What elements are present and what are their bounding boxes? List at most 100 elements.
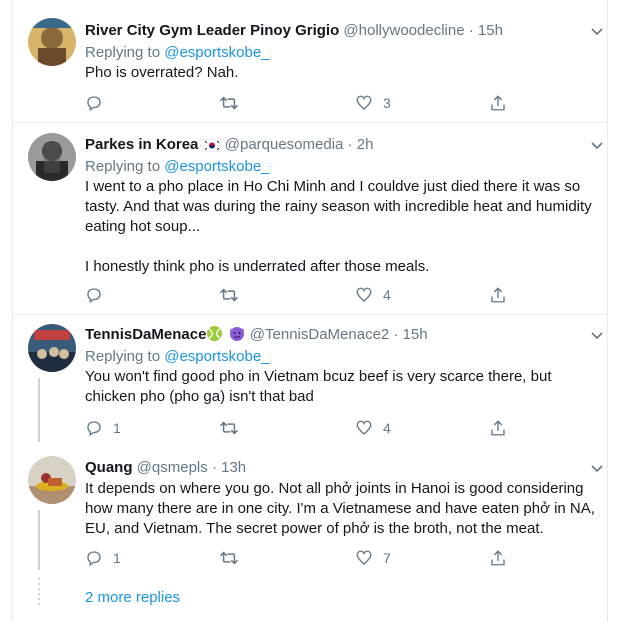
like-count: 3 [383,95,391,111]
chevron-down-icon[interactable] [588,136,606,154]
reply-button[interactable] [85,93,113,113]
heart-icon [355,549,373,567]
replying-to-link[interactable]: @esportskobe_ [164,158,269,175]
more-replies-link[interactable]: 2 more replies [85,588,180,608]
reply-button[interactable]: 1 [85,548,121,568]
reply-icon [85,419,103,437]
tweet-header: Quang @qsmepls · 13h [85,457,595,479]
replying-to-link[interactable]: @esportskobe_ [164,44,269,61]
like-button[interactable]: 3 [355,93,391,113]
tweet-actions: 4 [85,285,505,305]
tweet-text-line: I went to a pho place in Ho Chi Minh and… [85,178,581,195]
retweet-icon [219,419,239,437]
like-button[interactable]: 4 [355,285,391,305]
thread-connector [38,378,40,442]
tweet-actions: 1 4 [85,418,505,438]
tweet-text-line: eating hot soup... [85,218,201,235]
tweet-header: River City Gym Leader Pinoy Grigio @holl… [85,20,595,42]
more-replies-connector [38,578,40,608]
like-count: 7 [383,550,391,566]
reply-count: 1 [113,550,121,566]
retweet-button[interactable] [219,93,239,113]
replying-to-label: Replying to [85,158,161,175]
chevron-down-icon[interactable] [588,459,606,477]
retweet-button[interactable] [219,285,239,305]
tweet-actions: 3 [85,93,505,113]
avatar[interactable] [28,18,76,66]
user-handle[interactable]: @parquesomedia [225,136,344,153]
reply-feed: River City Gym Leader Pinoy Grigio @holl… [0,0,620,622]
avatar[interactable] [28,324,76,372]
replying-to-label: Replying to [85,348,161,365]
tweet-actions: 1 7 [85,548,505,568]
tweet-text-line: Pho is overrated? Nah. [85,64,239,81]
tweet-text-line: how many there are in one city. I'm a Vi… [85,500,595,517]
retweet-button[interactable] [219,418,239,438]
retweet-icon [219,94,239,112]
share-button[interactable] [489,418,507,438]
share-icon [489,94,507,112]
chevron-down-icon[interactable] [588,326,606,344]
replying-to: Replying to @esportskobe_ [85,156,595,177]
like-button[interactable]: 7 [355,548,391,568]
separator: · [211,459,217,476]
heart-icon [355,419,373,437]
user-handle[interactable]: @qsmepls [137,459,208,476]
share-icon [489,549,507,567]
reply-icon [85,94,103,112]
reply-icon [85,549,103,567]
tweet-text: Pho is overrated? Nah. [85,63,595,83]
display-name[interactable]: TennisDaMenace [85,326,206,343]
tweet-text-line: I honestly think pho is underrated after… [85,258,430,275]
tweet-header: TennisDaMenace @TennisDaMenace2 · 15h [85,324,595,346]
tweet-body: River City Gym Leader Pinoy Grigio @holl… [85,20,595,83]
user-handle[interactable]: @hollywoodecline [343,22,464,39]
reply-button[interactable] [85,285,113,305]
share-icon [489,286,507,304]
tweet-body: Parkes in Korea @parquesomedia · 2h Repl… [85,134,595,277]
replying-to-link[interactable]: @esportskobe_ [164,348,269,365]
replying-to: Replying to @esportskobe_ [85,346,595,367]
user-handle[interactable]: @TennisDaMenace2 [250,326,389,343]
timestamp[interactable]: 13h [221,459,246,476]
avatar[interactable] [28,456,76,504]
tweet-text-line: chicken pho (pho ga) isn't that bad [85,388,314,405]
timestamp[interactable]: 15h [403,326,428,343]
retweet-button[interactable] [219,548,239,568]
share-button[interactable] [489,285,507,305]
separator: · [393,326,399,343]
separator: · [347,136,353,153]
divider [13,122,607,123]
retweet-icon [219,286,239,304]
retweet-icon [219,549,239,567]
like-count: 4 [383,420,391,436]
like-button[interactable]: 4 [355,418,391,438]
replying-to: Replying to @esportskobe_ [85,42,595,63]
tweet-body: Quang @qsmepls · 13h It depends on where… [85,457,595,539]
display-name[interactable]: River City Gym Leader Pinoy Grigio [85,22,339,39]
thread-connector [38,510,40,570]
tweet-text: It depends on where you go. Not all phở … [85,479,595,539]
like-count: 4 [383,287,391,303]
tweet-header: Parkes in Korea @parquesomedia · 2h [85,134,595,156]
tweet-text: You won't find good pho in Vietnam bcuz … [85,367,595,407]
heart-icon [355,286,373,304]
display-name[interactable]: Parkes in Korea [85,136,198,153]
avatar[interactable] [28,133,76,181]
share-button[interactable] [489,93,507,113]
display-name[interactable]: Quang [85,459,133,476]
timestamp[interactable]: 2h [357,136,374,153]
tweet-text-line: It depends on where you go. Not all phở … [85,480,584,497]
heart-icon [355,94,373,112]
share-button[interactable] [489,548,507,568]
chevron-down-icon[interactable] [588,22,606,40]
timestamp[interactable]: 15h [478,22,503,39]
tweet-text-line: You won't find good pho in Vietnam bcuz … [85,368,552,385]
reply-count: 1 [113,420,121,436]
tweet-body: TennisDaMenace @TennisDaMenace2 · 15h Re… [85,324,595,407]
replying-to-label: Replying to [85,44,161,61]
reply-button[interactable]: 1 [85,418,121,438]
tweet-text: I went to a pho place in Ho Chi Minh and… [85,177,595,277]
tweet-text-line: tasty. And that was during the rainy sea… [85,198,592,215]
